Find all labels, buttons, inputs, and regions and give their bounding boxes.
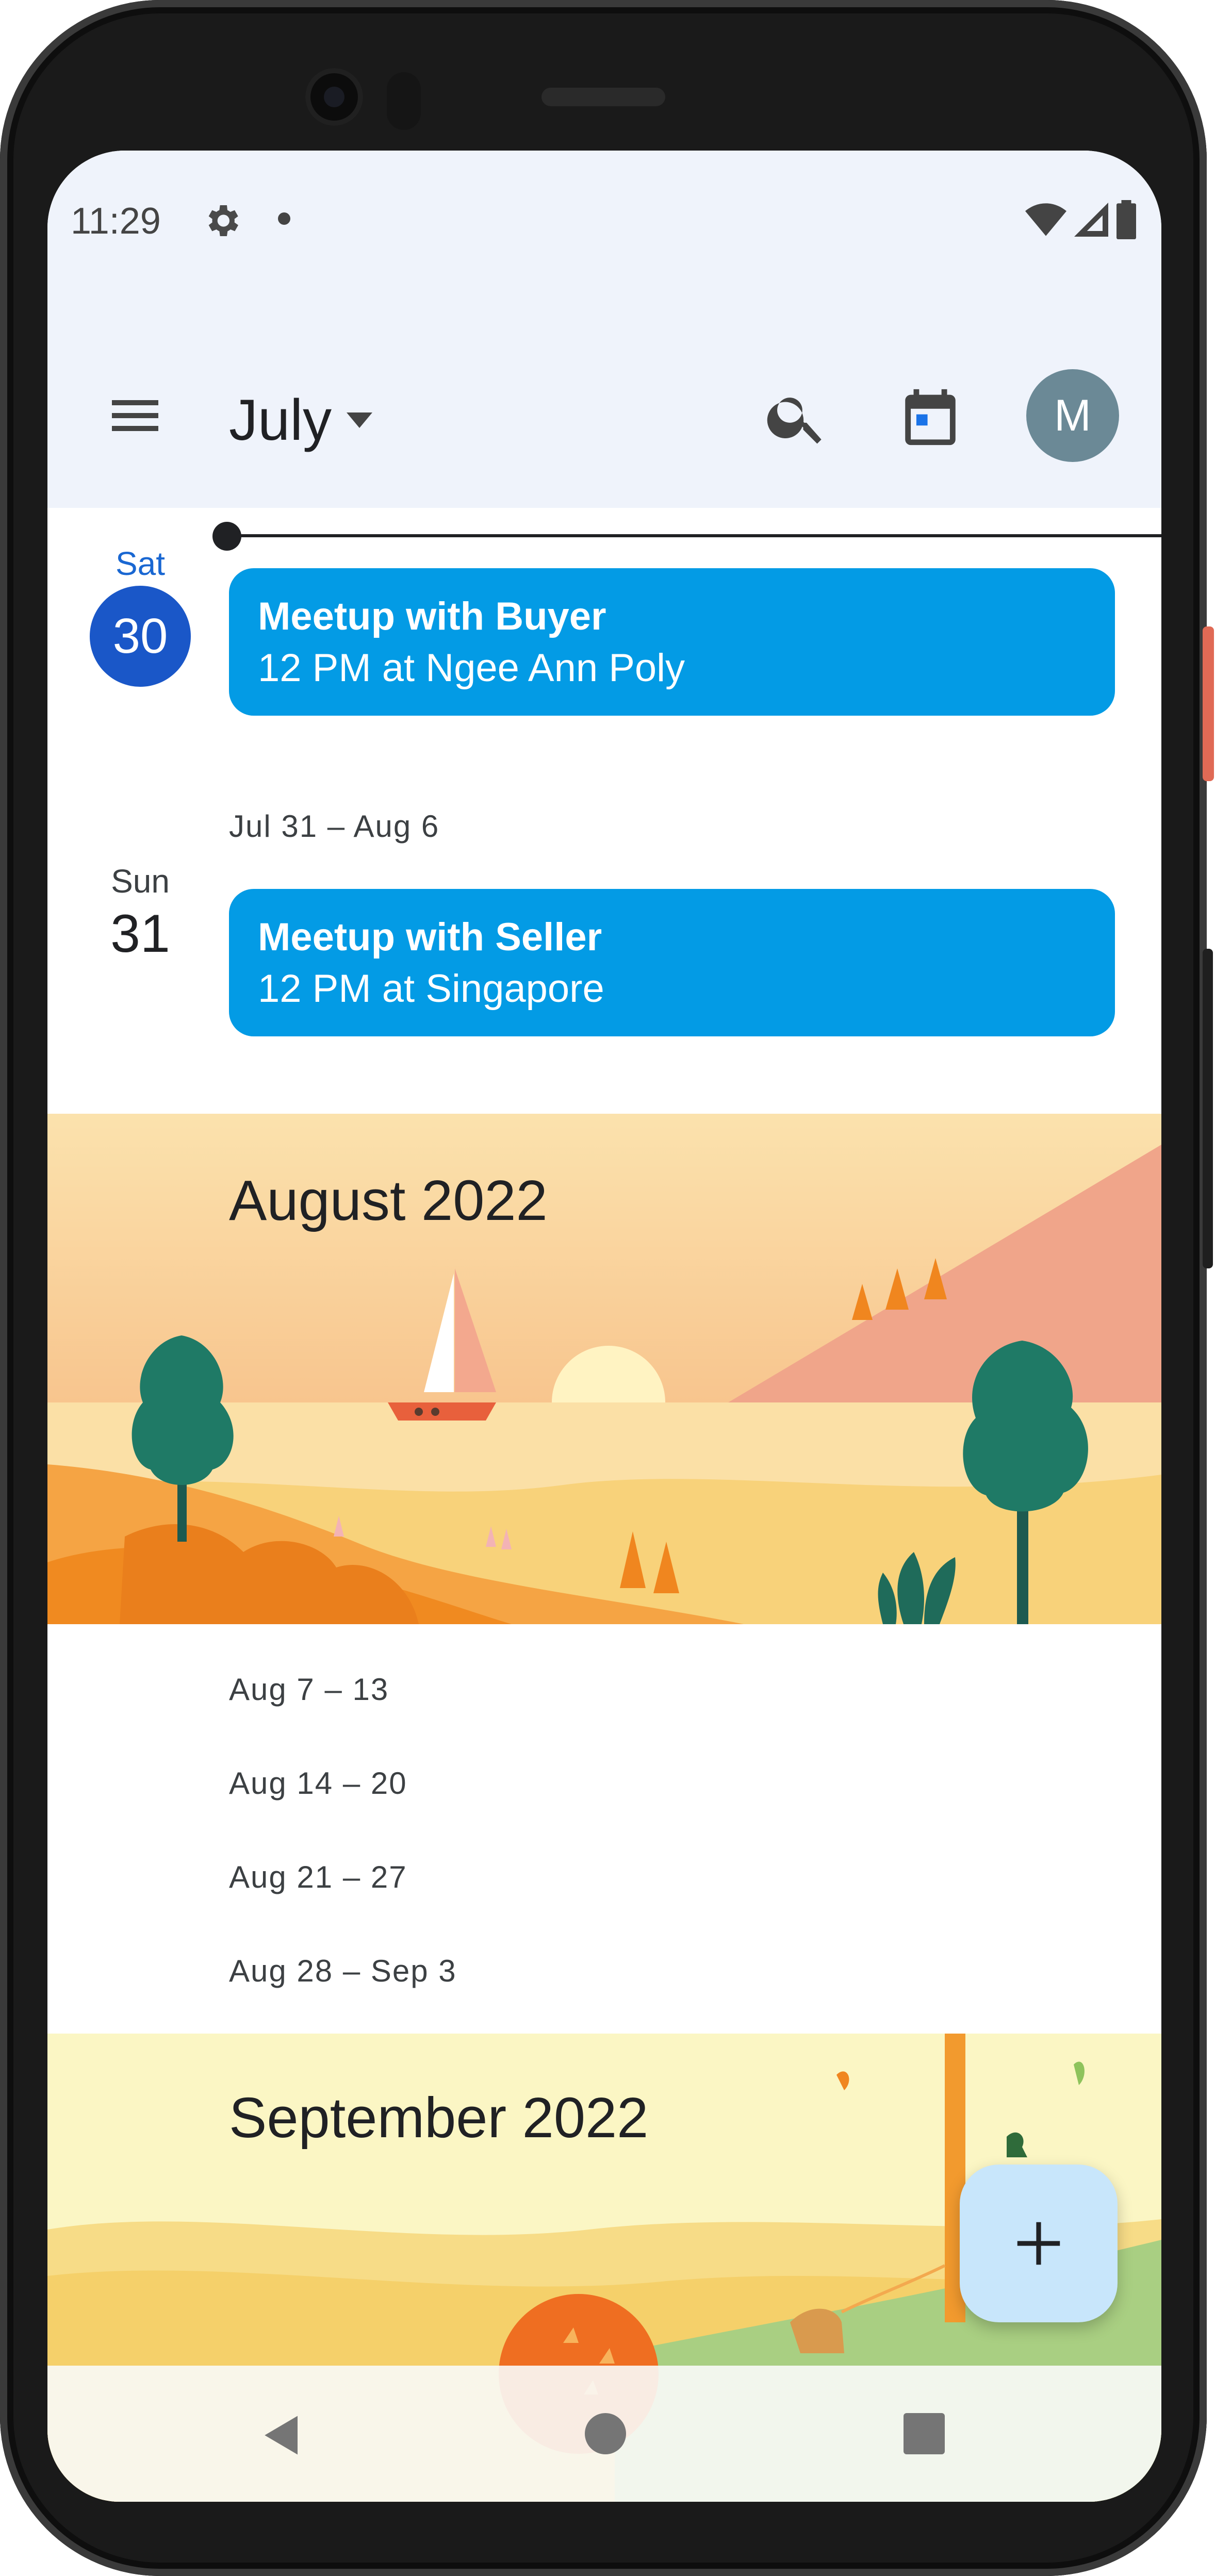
status-time: 11:29 (71, 201, 161, 242)
month-selector[interactable]: July (229, 387, 373, 453)
system-navigation-bar (47, 2366, 1161, 2502)
create-event-fab[interactable] (960, 2165, 1118, 2322)
day-number: 31 (110, 904, 170, 964)
cell-signal-icon (1074, 203, 1108, 237)
day-header-sat-30[interactable]: Sat 30 (63, 544, 218, 687)
week-label: Jul 31 – Aug 6 (229, 809, 440, 844)
battery-icon (1117, 200, 1136, 239)
back-triangle-icon[interactable] (259, 2412, 305, 2458)
month-banner-title: September 2022 (229, 2086, 649, 2150)
event-title: Meetup with Seller (258, 915, 602, 959)
calendar-today-icon[interactable] (897, 384, 964, 451)
volume-button (1203, 949, 1213, 1268)
week-label[interactable]: Aug 14 – 20 (229, 1765, 407, 1801)
gear-icon (208, 205, 238, 236)
search-icon[interactable] (763, 384, 830, 451)
current-time-line (228, 534, 1161, 537)
week-label[interactable]: Aug 28 – Sep 3 (229, 1953, 457, 1989)
wifi-icon (1025, 203, 1066, 236)
week-label[interactable]: Aug 7 – 13 (229, 1672, 389, 1707)
month-banner-title: August 2022 (229, 1169, 548, 1232)
caret-down-icon (347, 412, 373, 428)
proximity-sensor (387, 72, 421, 130)
august-banner: August 2022 (47, 1114, 1161, 1624)
event-card[interactable]: Meetup with Seller 12 PM at Singapore (229, 889, 1115, 1036)
week-label[interactable]: Aug 21 – 27 (229, 1859, 407, 1895)
day-header-sun-31[interactable]: Sun 31 (63, 862, 218, 965)
recents-square-icon[interactable] (904, 2413, 945, 2454)
notification-dot-icon (278, 212, 290, 225)
account-avatar[interactable]: M (1026, 369, 1119, 462)
home-circle-icon[interactable] (585, 2413, 626, 2454)
status-icons (1025, 200, 1137, 239)
plus-icon (1017, 2222, 1060, 2265)
power-button (1203, 626, 1214, 781)
day-name: Sat (115, 545, 166, 582)
screen: 11:29 July M Sat 30 Meetup with Buyer 12… (47, 151, 1161, 2502)
day-name: Sun (111, 863, 170, 900)
event-card[interactable]: Meetup with Buyer 12 PM at Ngee Ann Poly (229, 568, 1115, 716)
august-illustration (47, 1114, 1161, 1624)
hamburger-menu-icon[interactable] (104, 385, 166, 447)
day-number: 30 (90, 586, 191, 687)
earpiece-speaker (541, 88, 665, 106)
event-title: Meetup with Buyer (258, 595, 606, 638)
event-detail: 12 PM at Singapore (258, 967, 604, 1011)
month-label: July (229, 388, 332, 452)
event-detail: 12 PM at Ngee Ann Poly (258, 646, 685, 690)
front-camera (305, 68, 363, 126)
app-header: 11:29 July M (47, 151, 1161, 508)
